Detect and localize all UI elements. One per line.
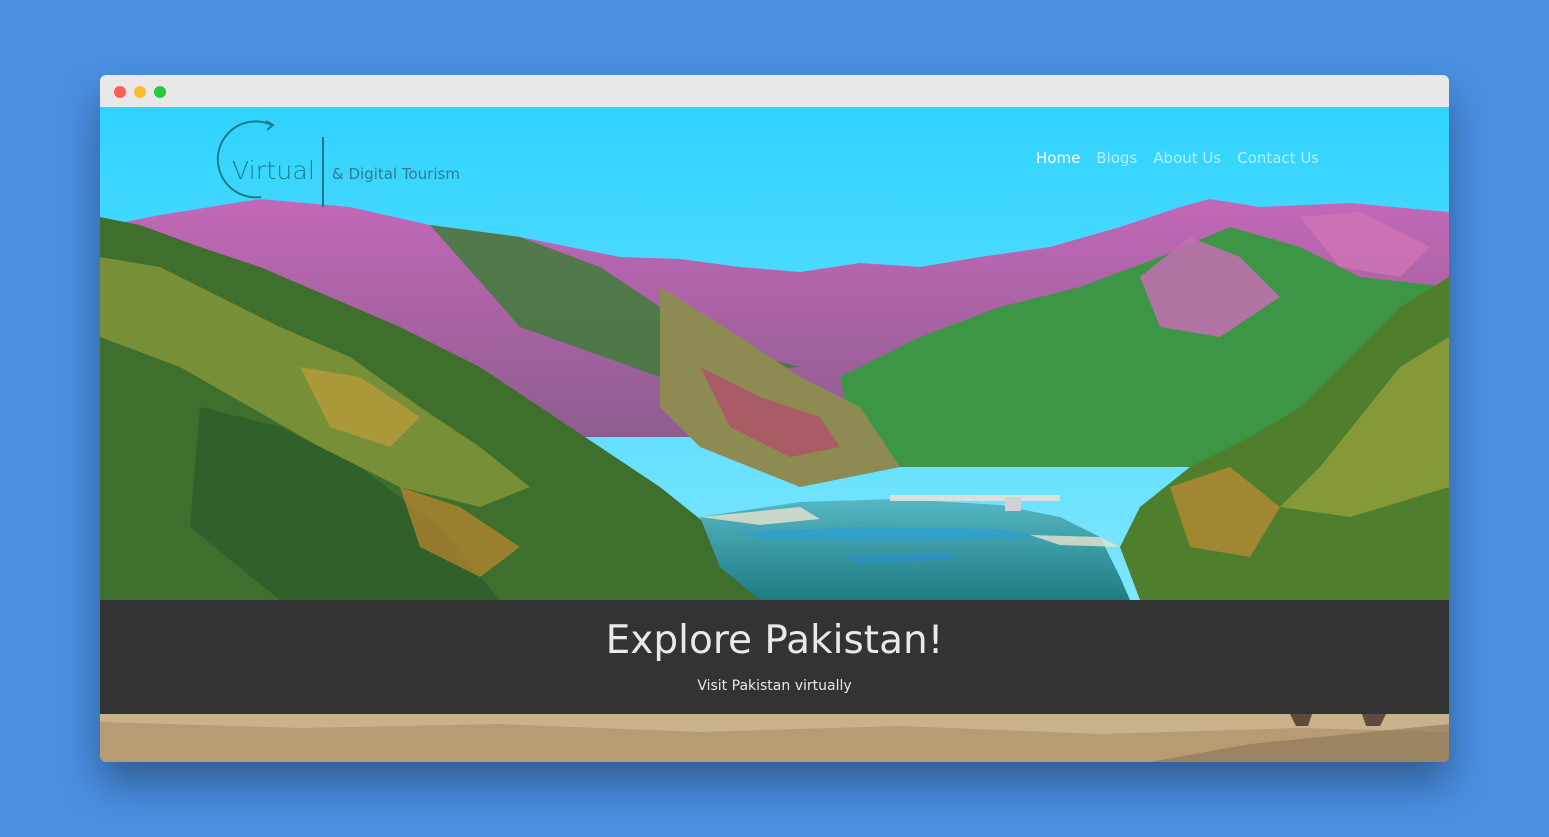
hero-banner: Explore Pakistan! Visit Pakistan virtual…	[100, 600, 1449, 714]
logo-divider	[322, 137, 324, 207]
main-nav: Home Blogs About Us Contact Us	[1036, 149, 1319, 167]
ground-image	[100, 714, 1449, 762]
nav-blogs[interactable]: Blogs	[1096, 149, 1137, 167]
window-titlebar	[100, 75, 1449, 107]
logo-tagline: & Digital Tourism	[332, 165, 460, 183]
hero-image: Virtual & Digital Tourism Home Blogs Abo…	[100, 107, 1449, 600]
logo-word: Virtual	[232, 156, 316, 185]
ground-illustration	[100, 714, 1449, 762]
nav-contact-us[interactable]: Contact Us	[1237, 149, 1319, 167]
nav-about-us[interactable]: About Us	[1153, 149, 1221, 167]
zoom-dot[interactable]	[154, 86, 166, 98]
nav-home[interactable]: Home	[1036, 149, 1080, 167]
minimize-dot[interactable]	[134, 86, 146, 98]
site-logo[interactable]: Virtual & Digital Tourism	[216, 119, 466, 207]
hero-subtitle: Visit Pakistan virtually	[697, 678, 852, 694]
hero-title: Explore Pakistan!	[605, 618, 944, 663]
browser-window: Virtual & Digital Tourism Home Blogs Abo…	[100, 75, 1449, 762]
close-dot[interactable]	[114, 86, 126, 98]
